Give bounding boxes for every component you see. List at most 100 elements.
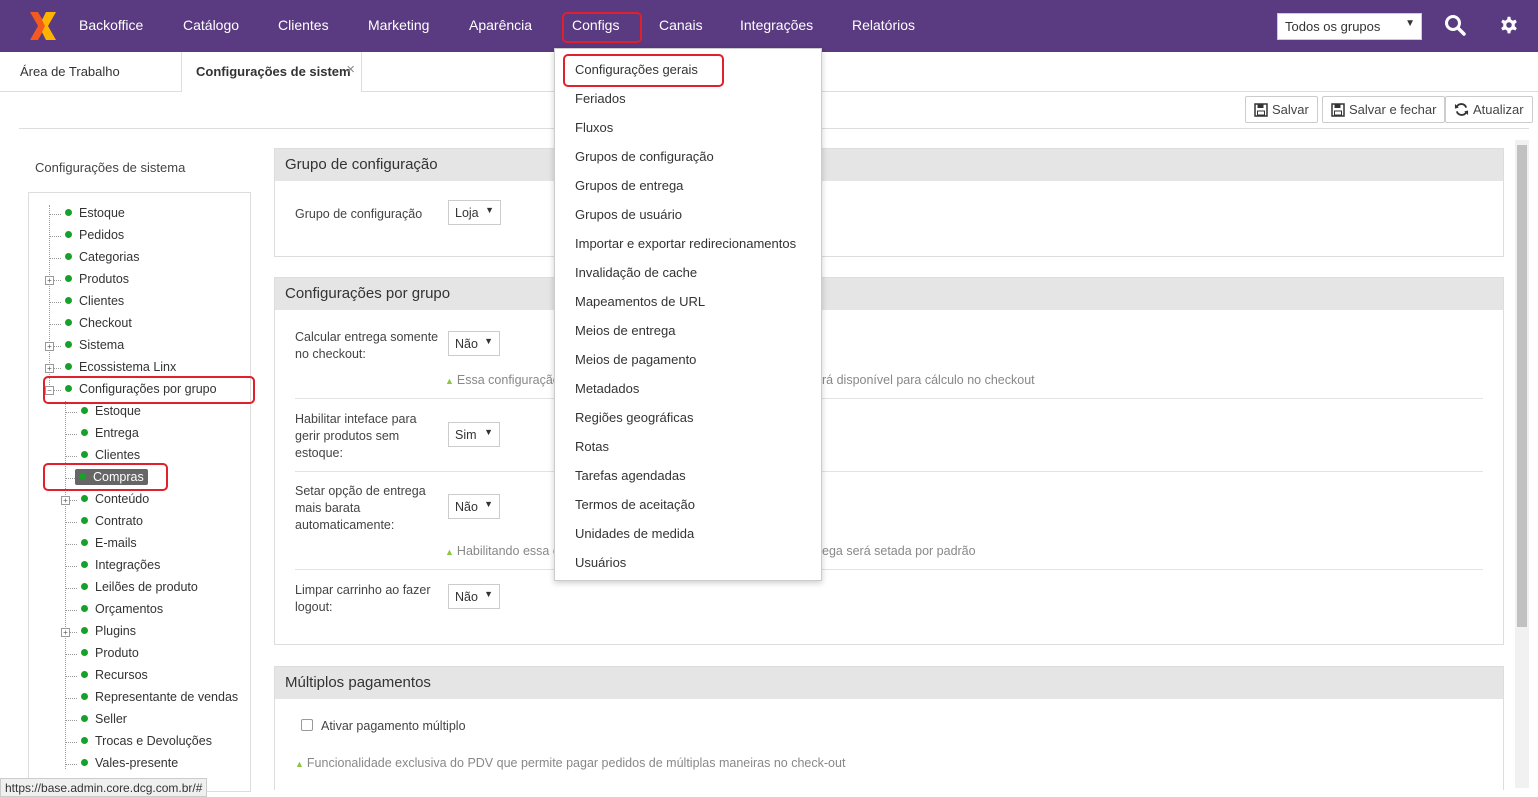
nav-canais[interactable]: Canais xyxy=(659,17,703,33)
menu-item-feriados[interactable]: Feriados xyxy=(575,91,626,106)
tree-item-pedidos[interactable]: Pedidos xyxy=(65,228,124,246)
nav-relatorios[interactable]: Relatórios xyxy=(852,17,915,33)
menu-item-importar-exportar[interactable]: Importar e exportar redirecionamentos xyxy=(575,236,796,251)
menu-item-termos-de-aceitacao[interactable]: Termos de aceitação xyxy=(575,497,695,512)
clear-cart-select[interactable]: Não ▼ xyxy=(448,584,500,609)
tree-child-trocas[interactable]: Trocas e Devoluções xyxy=(81,734,212,752)
expand-icon[interactable]: + xyxy=(61,628,70,637)
tree-child-plugins[interactable]: Plugins xyxy=(81,624,136,642)
nav-backoffice[interactable]: Backoffice xyxy=(79,17,143,33)
tree-item-categorias[interactable]: Categorias xyxy=(65,250,139,268)
tree-item-produtos[interactable]: Produtos xyxy=(65,272,129,290)
menu-item-grupos-de-configuracao[interactable]: Grupos de configuração xyxy=(575,149,714,164)
status-dot xyxy=(65,363,72,370)
status-dot xyxy=(65,341,72,348)
save-button[interactable]: Salvar xyxy=(1245,96,1318,123)
tab-configuracoes-de-sistema[interactable]: Configurações de sistem × xyxy=(181,52,362,92)
status-dot xyxy=(81,671,88,678)
nav-integracoes[interactable]: Integrações xyxy=(740,17,813,33)
menu-item-rotas[interactable]: Rotas xyxy=(575,439,609,454)
status-dot xyxy=(81,407,88,414)
save-and-close-button[interactable]: Salvar e fechar xyxy=(1322,96,1446,123)
tree-child-conteudo[interactable]: Conteúdo xyxy=(81,492,149,510)
tree-item-label: Pedidos xyxy=(79,228,125,242)
nav-aparencia[interactable]: Aparência xyxy=(469,17,532,33)
tree-child-contrato[interactable]: Contrato xyxy=(81,514,143,532)
config-by-group-panel: Configurações por grupo Calcular entrega… xyxy=(274,277,1504,645)
top-navbar: Backoffice Catálogo Clientes Marketing A… xyxy=(0,0,1538,52)
tree-item-label: Estoque xyxy=(95,404,141,418)
menu-item-meios-de-pagamento[interactable]: Meios de pagamento xyxy=(575,352,696,367)
chevron-down-icon: ▼ xyxy=(485,205,494,215)
status-dot xyxy=(65,319,72,326)
tree-child-emails[interactable]: E-mails xyxy=(81,536,137,554)
menu-item-grupos-de-entrega[interactable]: Grupos de entrega xyxy=(575,178,683,193)
menu-item-regioes-geograficas[interactable]: Regiões geográficas xyxy=(575,410,694,425)
select-value: Não xyxy=(455,337,478,351)
tree-child-vales[interactable]: Vales-presente xyxy=(81,756,178,774)
menu-item-usuarios[interactable]: Usuários xyxy=(575,555,626,570)
tree-connector xyxy=(65,676,77,677)
cheapest-delivery-select[interactable]: Não ▼ xyxy=(448,494,500,519)
menu-item-meios-de-entrega[interactable]: Meios de entrega xyxy=(575,323,675,338)
gear-icon[interactable] xyxy=(1498,14,1520,36)
tree-item-label: Representante de vendas xyxy=(95,690,239,704)
expand-icon[interactable]: + xyxy=(45,364,54,373)
menu-item-fluxos[interactable]: Fluxos xyxy=(575,120,613,135)
close-icon[interactable]: × xyxy=(346,61,355,78)
expand-icon[interactable]: + xyxy=(45,276,54,285)
logo-icon[interactable] xyxy=(24,8,60,44)
expand-icon[interactable]: + xyxy=(45,342,54,351)
tree-child-recursos[interactable]: Recursos xyxy=(81,668,148,686)
menu-item-grupos-de-usuario[interactable]: Grupos de usuário xyxy=(575,207,682,222)
tree-connector xyxy=(65,544,77,545)
nav-clientes[interactable]: Clientes xyxy=(278,17,329,33)
tree-child-seller[interactable]: Seller xyxy=(81,712,127,730)
status-dot xyxy=(81,495,88,502)
tree-child-orcamentos[interactable]: Orçamentos xyxy=(81,602,163,620)
tree-child-produto[interactable]: Produto xyxy=(81,646,139,664)
menu-item-mapeamentos-de-url[interactable]: Mapeamentos de URL xyxy=(575,294,705,309)
multi-payment-checkbox[interactable] xyxy=(301,719,313,731)
tab-area-de-trabalho[interactable]: Área de Trabalho xyxy=(20,52,120,92)
tree-child-integracoes[interactable]: Integrações xyxy=(81,558,160,576)
tree-connector xyxy=(49,214,61,215)
tree-item-sistema[interactable]: Sistema xyxy=(65,338,124,356)
tree-item-estoque[interactable]: Estoque xyxy=(65,206,125,224)
field-label: Habilitar inteface para gerir produtos s… xyxy=(295,412,417,460)
tree-connector xyxy=(49,236,61,237)
chevron-down-icon: ▼ xyxy=(484,499,493,509)
tree-item-checkout[interactable]: Checkout xyxy=(65,316,132,334)
tree-item-label: Seller xyxy=(95,712,127,726)
menu-item-metadados[interactable]: Metadados xyxy=(575,381,639,396)
group-config-select[interactable]: Loja ▼ xyxy=(448,200,501,225)
delivery-checkout-select[interactable]: Não ▼ xyxy=(448,331,500,356)
tree-item-clientes[interactable]: Clientes xyxy=(65,294,124,312)
hint-text: ▲ Habilitando essa o xyxy=(445,544,560,558)
group-config-panel: Grupo de configuração Grupo de configura… xyxy=(274,148,1504,257)
manage-no-stock-select[interactable]: Sim ▼ xyxy=(448,422,500,447)
status-dot xyxy=(81,539,88,546)
panel-title: Configurações por grupo xyxy=(275,278,1503,310)
refresh-button[interactable]: Atualizar xyxy=(1445,96,1533,123)
scrollbar-thumb[interactable] xyxy=(1517,145,1527,627)
group-select[interactable]: Todos os grupos ▼ xyxy=(1277,13,1422,40)
menu-item-tarefas-agendadas[interactable]: Tarefas agendadas xyxy=(575,468,686,483)
chevron-down-icon: ▼ xyxy=(484,589,493,599)
menu-item-unidades-de-medida[interactable]: Unidades de medida xyxy=(575,526,694,541)
tree-item-label: Clientes xyxy=(79,294,125,308)
nav-catalogo[interactable]: Catálogo xyxy=(183,17,239,33)
tree-child-estoque[interactable]: Estoque xyxy=(81,404,141,422)
tree-child-leiloes[interactable]: Leilões de produto xyxy=(81,580,198,598)
search-icon[interactable] xyxy=(1444,14,1466,36)
nav-marketing[interactable]: Marketing xyxy=(368,17,429,33)
tree-child-representante[interactable]: Representante de vendas xyxy=(81,690,238,708)
tree-connector xyxy=(65,698,77,699)
expand-icon[interactable]: + xyxy=(61,496,70,505)
tree-child-entrega[interactable]: Entrega xyxy=(81,426,139,444)
triangle-icon: ▲ xyxy=(445,547,454,557)
menu-item-invalidacao-de-cache[interactable]: Invalidação de cache xyxy=(575,265,697,280)
tree-item-label: Recursos xyxy=(95,668,148,682)
select-value: Não xyxy=(455,590,478,604)
tree-item-label: Leilões de produto xyxy=(95,580,198,594)
